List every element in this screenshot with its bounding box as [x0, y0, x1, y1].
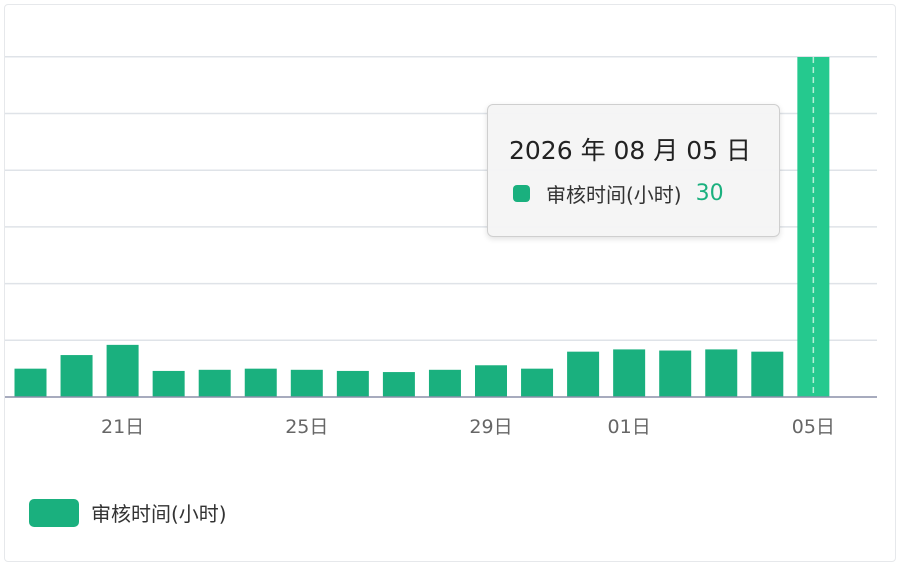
bar[interactable]: [290, 369, 323, 397]
tooltip-series-swatch: [513, 184, 530, 202]
tooltip-row: 审核时间(小时) 30: [513, 178, 724, 208]
bar[interactable]: [705, 349, 738, 397]
legend-label[interactable]: 审核时间(小时): [91, 498, 227, 527]
x-tick-label: 01日: [608, 416, 651, 438]
bar[interactable]: [475, 365, 507, 397]
legend[interactable]: 审核时间(小时): [29, 498, 227, 527]
bar[interactable]: [659, 350, 692, 397]
bar[interactable]: [751, 351, 784, 397]
legend-swatch[interactable]: [29, 498, 79, 527]
bar[interactable]: [613, 349, 646, 397]
x-tick-label: 29日: [469, 416, 512, 438]
bar[interactable]: [521, 368, 554, 397]
x-tick-label: 25日: [285, 416, 328, 438]
bar[interactable]: [60, 355, 93, 397]
x-axis-ticks: 21日 25日 29日 01日 05日: [101, 416, 835, 438]
x-tick-label: 21日: [101, 416, 144, 438]
bar[interactable]: [152, 370, 185, 397]
tooltip-title: 2026 年 08 月 05 日: [509, 136, 751, 165]
bar[interactable]: [14, 368, 47, 397]
tooltip-series-name: 审核时间(小时): [546, 182, 682, 207]
x-tick-label: 05日: [792, 416, 835, 438]
bar[interactable]: [336, 370, 369, 397]
bar[interactable]: [244, 368, 277, 397]
bar[interactable]: [106, 344, 139, 397]
bar-chart: 21日 25日 29日 01日 05日: [5, 56, 877, 438]
tooltip-value: 30: [695, 180, 724, 206]
bar[interactable]: [382, 372, 415, 397]
bar[interactable]: [198, 369, 231, 397]
tooltip: 2026 年 08 月 05 日 审核时间(小时) 30: [487, 104, 780, 237]
bar[interactable]: [428, 369, 461, 397]
bar[interactable]: [567, 351, 600, 397]
